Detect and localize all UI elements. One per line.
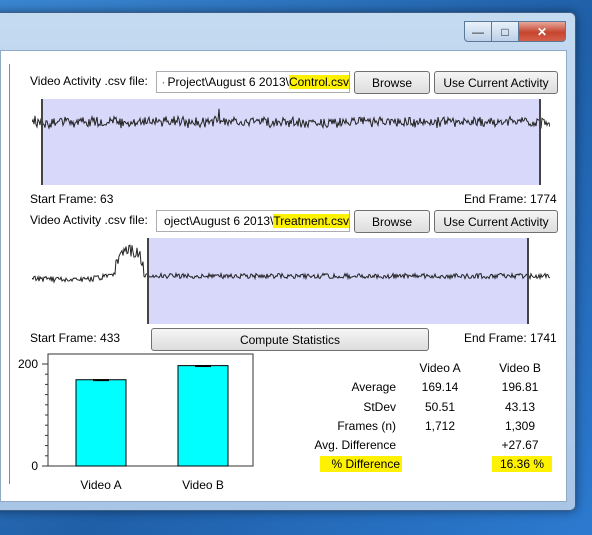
path-overflow-dot: · xyxy=(161,75,166,89)
video-b-activity-plot[interactable] xyxy=(32,238,550,324)
video-b-browse-button[interactable]: Browse xyxy=(354,210,430,233)
video-a-selection-region xyxy=(42,99,540,185)
bar-video-a xyxy=(75,379,127,467)
video-b-path-field[interactable]: oject\August 6 2013\ Treatment.csv xyxy=(156,210,350,232)
close-button[interactable]: ✕ xyxy=(519,21,566,42)
video-b-path-file: Treatment.csv xyxy=(273,214,349,228)
video-a-activity-plot[interactable] xyxy=(32,99,550,185)
minimize-button[interactable]: — xyxy=(464,21,492,42)
video-b-path-prefix: oject\August 6 2013\ xyxy=(164,214,274,228)
video-b-end-marker[interactable] xyxy=(527,238,529,324)
stats-average-a: 169.14 xyxy=(421,380,459,394)
video-a-browse-button[interactable]: Browse xyxy=(354,71,430,94)
video-a-start-marker[interactable] xyxy=(41,99,43,185)
video-a-end-frame: End Frame: 1774 xyxy=(464,192,557,206)
compute-statistics-button[interactable]: Compute Statistics xyxy=(151,328,429,351)
stats-stdev-a: 50.51 xyxy=(424,400,456,414)
video-b-end-frame: End Frame: 1741 xyxy=(464,331,557,345)
stats-label-pct-difference: % Difference xyxy=(320,456,402,472)
video-a-use-current-button[interactable]: Use Current Activity xyxy=(434,71,558,94)
bar-chart: 200 0 Video A Video B xyxy=(18,353,254,492)
video-a-path-file: Control.csv xyxy=(288,75,349,89)
stats-label-avg-difference: Avg. Difference xyxy=(314,438,396,452)
video-a-start-frame: Start Frame: 63 xyxy=(30,192,114,206)
video-b-selection-region xyxy=(148,238,528,324)
x-label-video-a: Video A xyxy=(80,478,121,492)
y-tick-0: 0 xyxy=(31,459,38,473)
video-a-path-field[interactable]: · Project\August 6 2013\ Control.csv xyxy=(156,71,350,93)
y-minor-ticks xyxy=(42,363,48,467)
stats-pct-difference-b: 16.36 % xyxy=(492,456,552,472)
stats-average-b: 196.81 xyxy=(501,380,539,394)
window-caption-buttons: — □ ✕ xyxy=(464,21,566,42)
stats-label-frames: Frames (n) xyxy=(337,419,396,433)
video-a-path-prefix: Project\August 6 2013\ xyxy=(167,75,289,89)
video-b-file-label: Video Activity .csv file: xyxy=(30,213,148,227)
stats-frames-a: 1,712 xyxy=(424,419,456,433)
video-b-use-current-button[interactable]: Use Current Activity xyxy=(434,210,558,233)
error-bar-video-a xyxy=(93,379,109,382)
video-b-start-marker[interactable] xyxy=(147,238,149,324)
stats-label-stdev: StDev xyxy=(363,400,396,414)
bar-video-b xyxy=(177,365,229,467)
stats-header-video-b: Video B xyxy=(499,361,541,375)
maximize-button[interactable]: □ xyxy=(492,21,519,42)
close-icon: ✕ xyxy=(536,24,548,39)
x-label-video-b: Video B xyxy=(182,478,224,492)
stats-header-video-a: Video A xyxy=(419,361,461,375)
maximize-icon: □ xyxy=(501,24,509,39)
minimize-icon: — xyxy=(472,24,484,39)
stats-frames-b: 1,309 xyxy=(504,419,536,433)
video-b-start-frame: Start Frame: 433 xyxy=(30,331,121,345)
stats-avg-difference-b: +27.67 xyxy=(501,438,539,452)
video-a-end-marker[interactable] xyxy=(539,99,541,185)
video-a-file-label: Video Activity .csv file: xyxy=(30,74,148,88)
error-bar-video-b xyxy=(195,365,211,368)
stats-label-average: Average xyxy=(351,380,396,394)
left-divider xyxy=(9,64,10,484)
y-tick-200: 200 xyxy=(18,357,38,371)
stats-stdev-b: 43.13 xyxy=(504,400,536,414)
